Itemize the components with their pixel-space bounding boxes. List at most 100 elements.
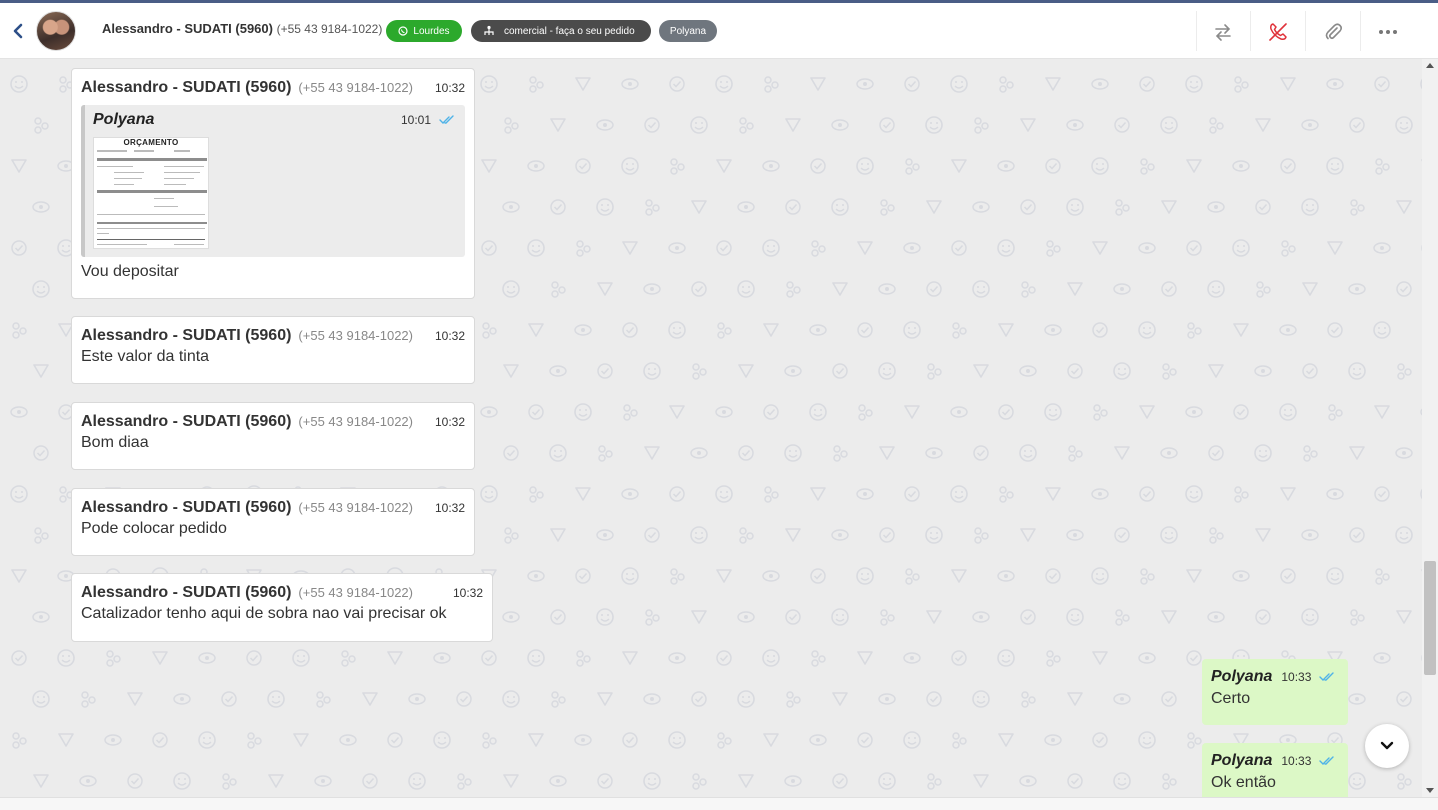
background-doodle-icon <box>997 649 1015 667</box>
background-doodle-icon <box>856 488 874 500</box>
background-doodle-icon <box>32 611 50 623</box>
background-doodle-icon <box>1138 321 1156 339</box>
tag-agent[interactable]: Lourdes <box>386 20 462 42</box>
background-doodle-icon <box>668 321 686 339</box>
background-doodle-icon <box>997 160 1015 172</box>
message-sender: Polyana <box>1211 668 1273 685</box>
background-doodle-icon <box>504 117 519 134</box>
tag-user[interactable]: Polyana <box>659 20 717 42</box>
background-doodle-icon <box>575 77 591 91</box>
background-doodle-icon <box>597 363 613 379</box>
background-doodle-icon <box>810 487 826 501</box>
background-doodle-icon <box>104 734 122 746</box>
avatar[interactable] <box>36 11 76 51</box>
header-divider <box>1305 11 1306 51</box>
background-doodle-icon <box>1209 527 1224 544</box>
background-doodle-icon <box>1140 158 1155 175</box>
transfer-icon[interactable] <box>1212 21 1234 43</box>
background-doodle-icon <box>1395 526 1413 544</box>
message-time: 10:32 <box>434 329 465 343</box>
background-doodle-icon <box>1091 567 1109 585</box>
document-title: ORÇAMENTO <box>123 138 179 147</box>
background-doodle-icon <box>1280 158 1296 174</box>
tag-agent-label: Lourdes <box>413 25 450 37</box>
background-doodle-icon <box>1138 242 1156 254</box>
background-doodle-icon <box>972 690 990 708</box>
background-doodle-icon <box>575 568 591 584</box>
background-doodle-icon <box>292 649 310 667</box>
read-check-icon <box>1319 756 1335 765</box>
background-doodle-icon <box>1138 652 1156 664</box>
background-doodle-icon <box>878 772 896 790</box>
background-doodle-icon <box>1187 322 1202 339</box>
background-doodle-icon <box>1374 486 1390 502</box>
background-doodle-icon <box>621 567 639 585</box>
background-doodle-icon <box>1375 158 1390 175</box>
scrollbar[interactable] <box>1422 59 1438 797</box>
background-doodle-icon <box>152 732 168 748</box>
background-doodle-icon <box>1348 772 1366 790</box>
outgoing-message[interactable]: Polyana 10:33 Certo <box>1202 659 1348 725</box>
background-doodle-icon <box>527 570 545 582</box>
background-doodle-icon <box>1091 157 1109 175</box>
quoted-message[interactable]: Polyana 10:01 ORÇAMENTO <box>81 105 465 257</box>
end-call-icon[interactable] <box>1267 21 1289 43</box>
message-time: 10:32 <box>434 501 465 515</box>
background-doodle-icon <box>1326 488 1344 500</box>
chat-area[interactable]: Alessandro - SUDATI (5960) (+55 43 9184-… <box>0 59 1422 797</box>
outgoing-message[interactable]: Polyana 10:33 Ok então <box>1202 743 1348 797</box>
incoming-message[interactable]: Alessandro - SUDATI (5960) (+55 43 9184-… <box>71 68 475 299</box>
header-divider <box>1250 11 1251 51</box>
background-doodle-icon <box>951 650 967 666</box>
background-doodle-icon <box>832 282 848 296</box>
background-doodle-icon <box>127 692 143 706</box>
incoming-message[interactable]: Alessandro - SUDATI (5960) (+55 43 9184-… <box>71 573 493 642</box>
background-doodle-icon <box>79 775 97 787</box>
background-doodle-icon <box>576 240 591 257</box>
incoming-message[interactable]: Alessandro - SUDATI (5960) (+55 43 9184-… <box>71 402 475 470</box>
header-divider <box>1196 11 1197 51</box>
background-doodle-icon <box>1113 693 1131 705</box>
background-doodle-icon <box>408 693 426 705</box>
scroll-up-arrow[interactable] <box>1426 63 1434 68</box>
more-icon[interactable] <box>1377 21 1399 43</box>
background-doodle-icon <box>1019 775 1037 787</box>
background-doodle-icon <box>904 486 920 502</box>
scroll-to-bottom-button[interactable] <box>1365 724 1409 768</box>
attach-icon[interactable] <box>1322 21 1344 43</box>
background-doodle-icon <box>1186 240 1202 256</box>
background-doodle-icon <box>974 527 989 544</box>
scroll-thumb[interactable] <box>1424 561 1436 675</box>
document-thumbnail[interactable]: ORÇAMENTO <box>93 137 209 249</box>
background-doodle-icon <box>643 283 661 295</box>
message-phone: (+55 43 9184-1022) <box>298 80 413 95</box>
message-header: Alessandro - SUDATI (5960) (+55 43 9184-… <box>81 327 465 345</box>
background-doodle-icon <box>339 734 357 746</box>
background-doodle-icon <box>998 404 1014 420</box>
background-doodle-icon <box>1233 404 1249 420</box>
background-doodle-icon <box>691 691 707 707</box>
background-doodle-icon <box>1348 693 1366 705</box>
background-doodle-icon <box>1350 609 1365 626</box>
background-doodle-icon <box>1373 652 1391 664</box>
background-doodle-icon <box>1373 321 1391 339</box>
background-doodle-icon <box>1185 75 1203 93</box>
background-doodle-icon <box>1067 363 1083 379</box>
background-doodle-icon <box>503 774 519 788</box>
incoming-message[interactable]: Alessandro - SUDATI (5960) (+55 43 9184-… <box>71 316 475 384</box>
background-doodle-icon <box>11 159 27 173</box>
background-doodle-icon <box>32 280 50 298</box>
background-doodle-icon <box>1207 201 1225 213</box>
background-doodle-icon <box>1326 78 1344 90</box>
background-doodle-icon <box>127 773 143 789</box>
tag-department[interactable]: comercial - faça o seu pedido <box>471 20 651 42</box>
background-doodle-icon <box>221 691 237 707</box>
scroll-down-arrow[interactable] <box>1426 788 1434 793</box>
background-doodle-icon <box>903 652 921 664</box>
background-doodle-icon <box>1208 445 1224 461</box>
background-doodle-icon <box>1091 78 1109 90</box>
incoming-message[interactable]: Alessandro - SUDATI (5960) (+55 43 9184-… <box>71 488 475 556</box>
background-doodle-icon <box>1326 567 1344 585</box>
background-doodle-icon <box>716 569 732 583</box>
back-icon[interactable] <box>10 21 26 41</box>
